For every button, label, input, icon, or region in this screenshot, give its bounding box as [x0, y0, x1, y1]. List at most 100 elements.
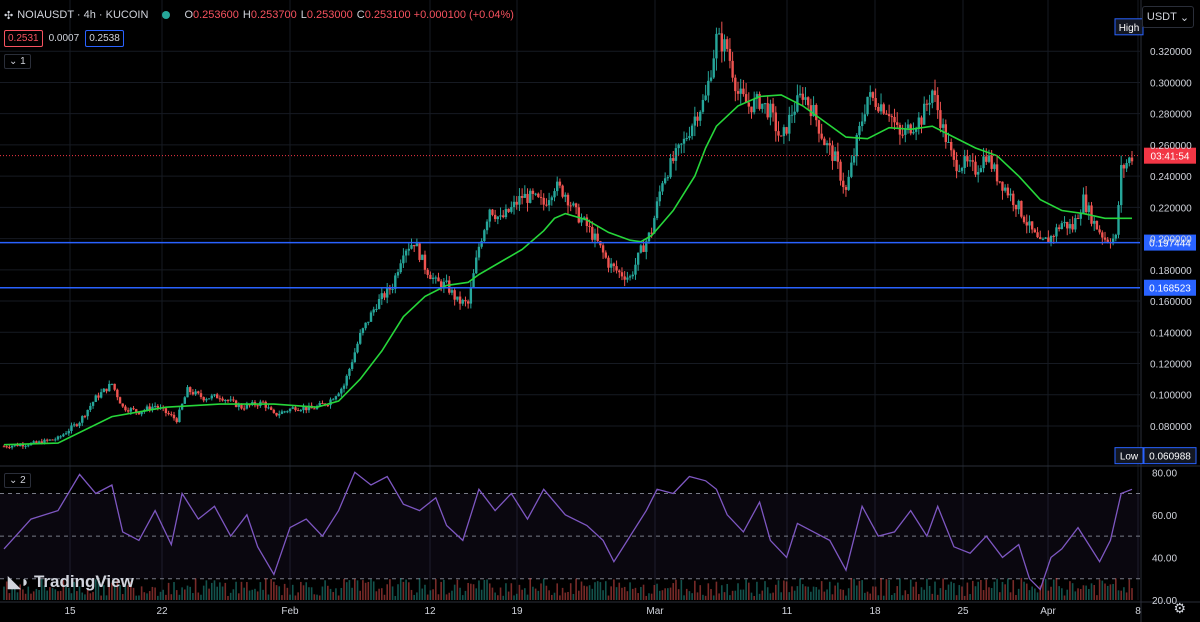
volume-bar — [410, 589, 413, 600]
candle-body — [871, 92, 875, 99]
volume-bar — [310, 587, 313, 600]
level-price-label: 0.168523 — [1149, 284, 1191, 295]
candle-body — [410, 244, 413, 249]
pane-collapse-rsi[interactable]: ⌄ 2 — [4, 473, 31, 488]
candle-body — [167, 413, 170, 415]
candle-body — [941, 124, 945, 128]
volume-bar — [437, 594, 440, 600]
volume-bar — [208, 588, 210, 600]
volume-bar — [764, 581, 766, 600]
volume-bar — [246, 582, 248, 600]
candle-body — [672, 158, 675, 161]
chart-container[interactable]: 0.197444 0.168523 03:41:54 0.320000 0.300000… — [0, 0, 1200, 622]
symbol-label[interactable]: NOIAUSDT · 4h · KUCOIN — [17, 9, 148, 21]
volume-bar — [297, 592, 299, 600]
candle-body — [437, 277, 440, 282]
sell-button[interactable]: 0.2531 — [4, 30, 43, 47]
spread-value: 0.0007 — [48, 33, 80, 44]
volume-bar — [602, 590, 604, 600]
candle-body — [218, 398, 222, 400]
volume-bar — [559, 595, 561, 600]
candle-body — [164, 408, 168, 414]
time-tick-label: 18 — [869, 606, 881, 617]
candle-body — [1003, 187, 1007, 191]
candle-body — [242, 408, 246, 410]
currency-selector[interactable]: USDT ⌄ — [1142, 6, 1194, 28]
volume-bar — [162, 589, 165, 600]
candle-body — [990, 155, 993, 169]
volume-bar — [173, 582, 175, 600]
low-label: Low — [1120, 452, 1139, 463]
candle-body — [912, 131, 915, 134]
candle-body — [739, 88, 742, 94]
candle-body — [391, 288, 394, 290]
volume-bar — [726, 583, 729, 600]
c-value: 0.253100 +0.000100 (+0.04%) — [364, 9, 514, 21]
candle-body — [728, 48, 732, 61]
volume-bar — [318, 595, 321, 600]
volume-bar — [594, 582, 596, 600]
volume-bar — [691, 593, 693, 600]
candle-body — [923, 103, 926, 125]
candle-body — [245, 404, 249, 409]
buy-button[interactable]: 0.2538 — [85, 30, 124, 47]
candle-body — [1060, 223, 1064, 230]
candle-body — [947, 142, 950, 144]
candle-body — [1128, 157, 1131, 164]
volume-bar — [532, 586, 534, 600]
volume-bar — [1115, 578, 1117, 600]
volume-bar — [631, 588, 634, 600]
candle-body — [515, 201, 518, 205]
candle-body — [963, 156, 966, 168]
candle-body — [618, 270, 621, 273]
volume-bar — [739, 589, 742, 600]
price-tick-label: 0.160000 — [1150, 297, 1192, 308]
candle-body — [750, 106, 753, 113]
price-chart[interactable]: 0.1974440.16852303:41:540.3200000.300000… — [0, 0, 1200, 622]
candle-body — [893, 116, 896, 123]
candle-body — [261, 401, 265, 403]
volume-bar — [696, 592, 699, 600]
candle-body — [1071, 224, 1074, 230]
volume-bar — [874, 586, 877, 600]
volume-bar — [440, 581, 442, 600]
volume-bar — [807, 586, 809, 600]
candle-body — [958, 170, 961, 172]
candle-body — [269, 407, 273, 410]
candle-body — [896, 122, 899, 125]
volume-bar — [175, 590, 178, 600]
volume-bar — [89, 593, 92, 600]
candle-body — [537, 193, 540, 197]
candle-body — [215, 394, 219, 399]
candle-body — [531, 190, 535, 194]
gear-icon[interactable]: ⚙ — [1173, 600, 1186, 617]
volume-bar — [613, 579, 615, 600]
candle-body — [815, 104, 818, 121]
candle-body — [828, 143, 831, 146]
volume-bar — [748, 582, 750, 600]
volume-bar — [289, 594, 291, 600]
candle-body — [313, 408, 316, 410]
candle-body — [1041, 238, 1045, 240]
volume-bar — [834, 585, 836, 600]
volume-bar — [413, 594, 415, 600]
volume-bar — [575, 578, 577, 600]
volume-bar — [154, 587, 156, 600]
candle-body — [736, 91, 740, 94]
volume-bar — [205, 580, 208, 600]
pane-collapse-main[interactable]: ⌄ 1 — [4, 54, 31, 69]
price-tick-label: 0.080000 — [1150, 422, 1192, 433]
volume-bar — [424, 584, 426, 600]
volume-bar — [305, 582, 308, 600]
volume-bar — [753, 595, 756, 600]
candle-body — [493, 214, 497, 220]
candle-body — [887, 114, 891, 117]
volume-bar — [1123, 587, 1125, 600]
volume-bar — [553, 592, 556, 600]
volume-bar — [772, 592, 774, 600]
time-tick-label: 25 — [957, 606, 969, 617]
volume-bar — [1117, 590, 1120, 600]
candle-body — [731, 60, 734, 78]
volume-bar — [1017, 588, 1020, 600]
volume-bar — [534, 588, 537, 600]
